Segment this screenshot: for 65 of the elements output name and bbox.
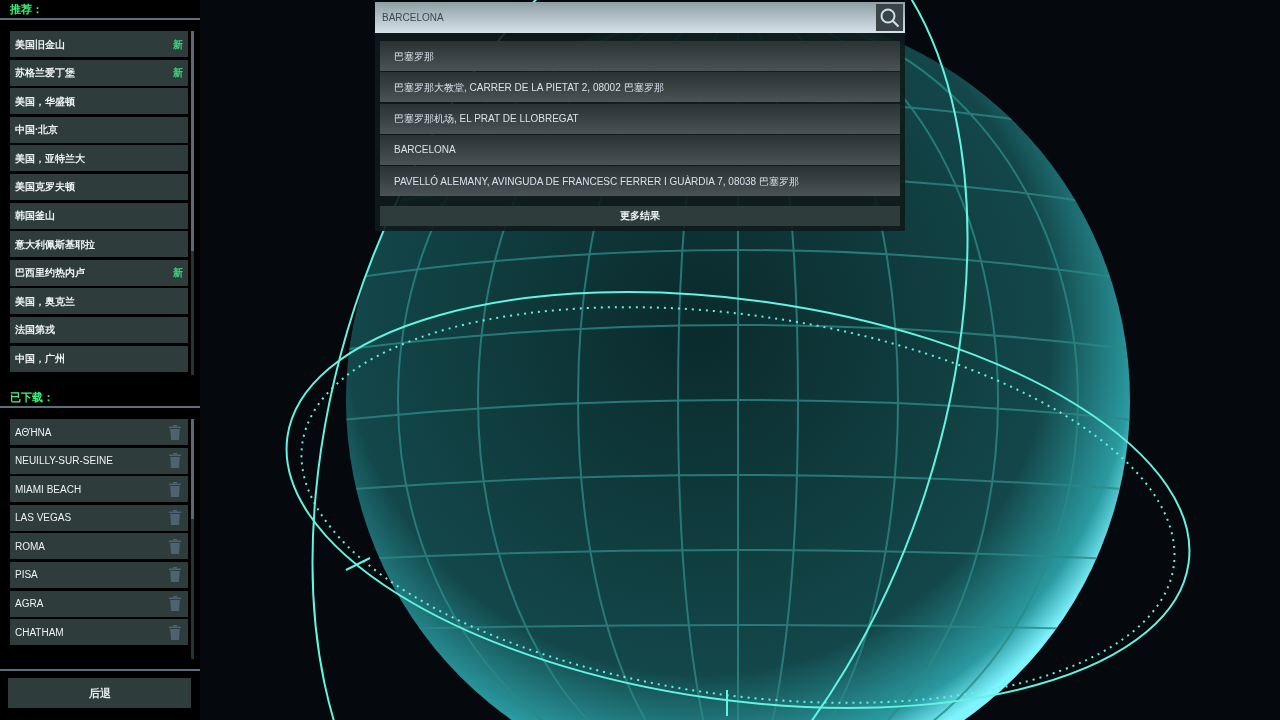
city-name: 中国·北京 <box>15 123 59 138</box>
city-list-item[interactable]: 美国旧金山 新 <box>10 31 189 57</box>
city-name: 美国，奥克兰 <box>15 294 75 309</box>
city-list-item[interactable]: 意大利佩斯基耶拉 <box>10 231 189 258</box>
city-name: ΑΘΉΝΑ <box>15 425 52 440</box>
city-name: 法国第戎 <box>15 323 55 338</box>
city-name: 意大利佩斯基耶拉 <box>15 237 95 252</box>
scrollbar[interactable] <box>191 419 194 659</box>
city-list-item[interactable]: NEUILLY-SUR-SEINE <box>10 447 189 474</box>
new-label: 新 <box>173 266 184 281</box>
search-result[interactable]: 巴塞罗那大教堂, CARRER DE LA PIETAT 2, 08002 巴塞罗那 <box>380 72 900 103</box>
search-result[interactable]: PAVELLÓ ALEMANY, AVINGUDA DE FRANCESC FERRER I GUÀRDIA 7, 08038 巴塞罗那 <box>380 166 900 197</box>
city-name: 韩国釜山 <box>15 209 55 224</box>
city-list-item[interactable]: MIAMI BEACH <box>10 476 189 503</box>
city-name: AGRA <box>15 597 44 612</box>
city-list-item[interactable]: 韩国釜山 <box>10 202 189 229</box>
trash-icon[interactable] <box>169 596 182 612</box>
section-heading: 已下载： <box>10 389 54 405</box>
new-label: 新 <box>173 66 184 81</box>
city-list-item[interactable]: 中国，广州 <box>10 345 189 372</box>
search-icon <box>879 7 900 28</box>
city-list-item[interactable]: ROMA <box>10 533 189 560</box>
city-name: 美国旧金山 <box>15 37 65 52</box>
search-result[interactable]: 巴塞罗那机场, EL PRAT DE LLOBREGAT <box>380 103 900 134</box>
city-list-item[interactable]: AGRA <box>10 590 189 617</box>
trash-icon[interactable] <box>169 624 182 640</box>
search-button[interactable] <box>876 4 903 31</box>
trash-icon[interactable] <box>169 567 182 583</box>
city-list-item[interactable]: 法国第戎 <box>10 316 189 343</box>
city-name: 苏格兰爱丁堡 <box>15 66 75 81</box>
city-list-item[interactable]: 苏格兰爱丁堡 新 <box>10 59 189 86</box>
city-name: CHATHAM <box>15 625 64 640</box>
trash-icon[interactable] <box>169 510 182 526</box>
city-list-item[interactable]: 美国，华盛顿 <box>10 88 189 115</box>
city-name: 美国，华盛顿 <box>15 94 75 109</box>
new-label: 新 <box>173 37 184 52</box>
city-name: 美国克罗夫顿 <box>15 180 75 195</box>
city-list-item[interactable]: 美国，奥克兰 <box>10 288 189 315</box>
back-button[interactable]: 后退 <box>8 678 191 708</box>
city-list-item[interactable]: CHATHAM <box>10 619 189 646</box>
city-name: MIAMI BEACH <box>15 482 82 497</box>
city-list-item[interactable]: 巴西里约热内卢 新 <box>10 259 189 286</box>
city-name: 中国，广州 <box>15 352 65 367</box>
city-list-item[interactable]: LAS VEGAS <box>10 504 189 531</box>
city-list-item[interactable]: 中国·北京 <box>10 116 189 143</box>
city-list-item[interactable]: 美国，亚特兰大 <box>10 145 189 172</box>
city-list-item[interactable]: ΑΘΉΝΑ <box>10 419 189 445</box>
city-list-item[interactable]: PISA <box>10 561 189 588</box>
city-name: NEUILLY-SUR-SEINE <box>15 454 113 469</box>
city-name: ROMA <box>15 539 45 554</box>
scrollbar[interactable] <box>191 31 194 375</box>
trash-icon[interactable] <box>169 453 182 469</box>
trash-icon[interactable] <box>169 538 182 554</box>
city-name: PISA <box>15 568 38 583</box>
city-name: 美国，亚特兰大 <box>15 151 85 166</box>
more-results-button[interactable]: 更多结果 <box>380 205 900 226</box>
trash-icon[interactable] <box>169 424 182 440</box>
search-result[interactable]: BARCELONA <box>380 134 900 165</box>
search-field[interactable]: BARCELONA <box>375 2 905 33</box>
city-name: 巴西里约热内卢 <box>15 266 85 281</box>
trash-icon[interactable] <box>169 481 182 497</box>
search-result[interactable]: 巴塞罗那 <box>380 41 900 71</box>
section-heading: 推荐： <box>10 1 43 17</box>
city-list-item[interactable]: 美国克罗夫顿 <box>10 173 189 200</box>
city-name: LAS VEGAS <box>15 511 72 526</box>
